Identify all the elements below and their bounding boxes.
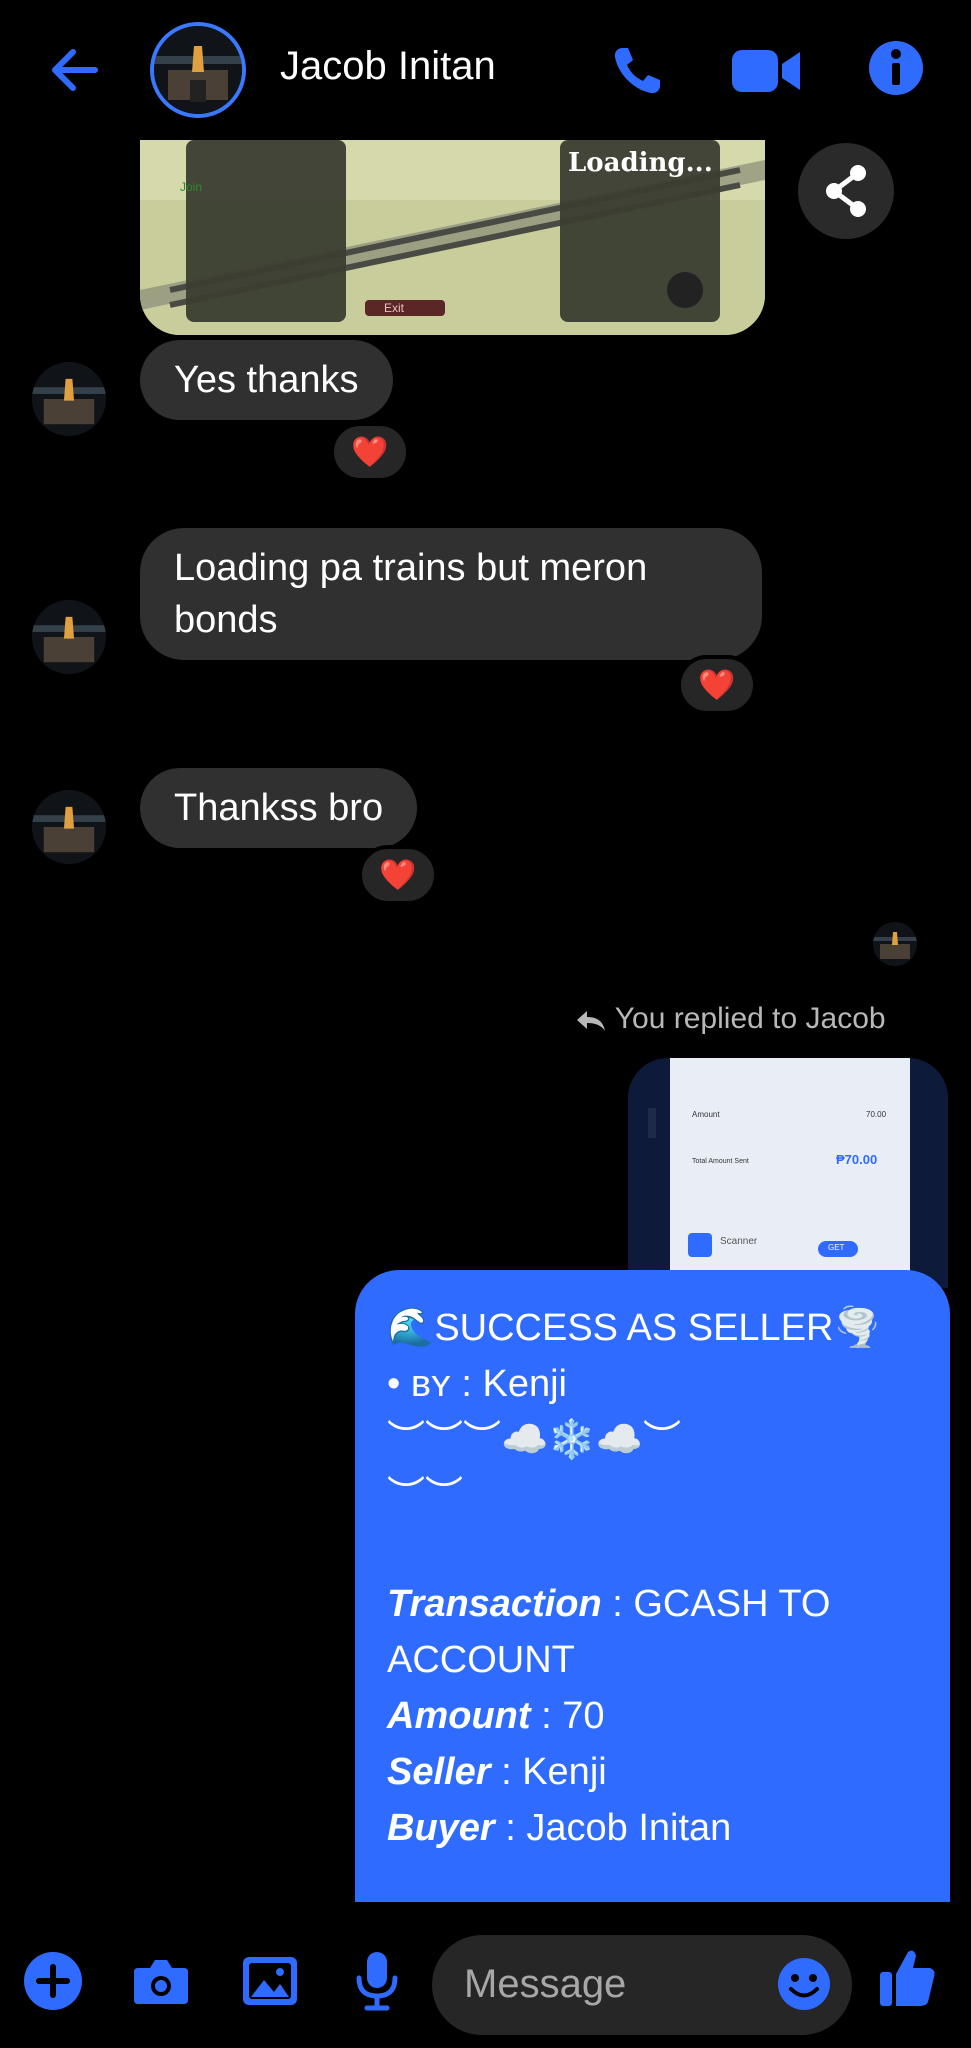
message-bubble[interactable]: Yes thanks bbox=[140, 340, 393, 420]
buyer-label: Buyer bbox=[387, 1807, 495, 1849]
sent-line-decoration: ︶︶︶☁️❄️☁️︶ bbox=[387, 1419, 681, 1461]
amount-value: : 70 bbox=[530, 1695, 605, 1737]
sender-avatar[interactable] bbox=[32, 790, 106, 864]
avatar-image-icon bbox=[873, 922, 917, 966]
avatar-image-icon bbox=[154, 26, 242, 114]
plus-icon[interactable] bbox=[22, 1950, 84, 2012]
by-prefix: • ʙʏ : bbox=[387, 1363, 483, 1405]
transaction-row: Transaction : GCASH TO ACCOUNT bbox=[387, 1576, 918, 1688]
amount-value: 70.00 bbox=[866, 1110, 887, 1119]
back-arrow-icon[interactable] bbox=[45, 40, 105, 100]
sent-line-decoration: ︶︶ bbox=[387, 1475, 464, 1517]
contact-avatar[interactable] bbox=[150, 22, 246, 118]
total-label: Total Amount Sent bbox=[692, 1158, 749, 1165]
share-icon bbox=[826, 165, 866, 217]
message-bubble[interactable]: Loading pa trains but meron bonds bbox=[140, 528, 762, 660]
sent-message-bubble[interactable]: 🌊SUCCESS AS SELLER🌪️ • ʙʏ : Kenji ︶︶︶☁️❄… bbox=[355, 1270, 950, 1902]
gallery-icon[interactable] bbox=[240, 1952, 300, 2010]
app-label: Scanner bbox=[720, 1236, 758, 1247]
sent-line-title: 🌊SUCCESS AS SELLER🌪️ bbox=[387, 1307, 881, 1349]
heart-reaction[interactable]: ❤️ bbox=[677, 655, 757, 715]
loading-label: Loading... bbox=[568, 148, 713, 178]
reply-arrow-icon bbox=[577, 1011, 605, 1032]
sender-avatar[interactable] bbox=[32, 362, 106, 436]
video-call-icon[interactable] bbox=[730, 44, 802, 98]
avatar-image-icon bbox=[32, 790, 106, 864]
get-label: GET bbox=[828, 1243, 845, 1252]
amount-label: Amount bbox=[387, 1695, 531, 1737]
thumbs-up-icon[interactable] bbox=[876, 1944, 938, 2010]
avatar-image-icon bbox=[32, 600, 106, 674]
amount-label: Amount bbox=[692, 1110, 720, 1119]
heart-reaction[interactable]: ❤️ bbox=[330, 422, 410, 482]
phone-call-icon[interactable] bbox=[608, 40, 668, 100]
contact-name[interactable]: Jacob Initan bbox=[280, 44, 496, 89]
read-receipt-avatar bbox=[873, 922, 917, 966]
buyer-row: Buyer : Jacob Initan bbox=[387, 1800, 918, 1856]
sender-avatar[interactable] bbox=[32, 600, 106, 674]
microphone-icon[interactable] bbox=[352, 1948, 402, 2014]
join-label: Join bbox=[180, 180, 203, 194]
camera-icon[interactable] bbox=[130, 1950, 192, 2012]
avatar-image-icon bbox=[32, 362, 106, 436]
amount-row: Amount : 70 bbox=[387, 1688, 918, 1744]
heart-reaction[interactable]: ❤️ bbox=[358, 845, 438, 905]
image-attachment[interactable]: Loading... Join Exit bbox=[140, 140, 765, 335]
by-name: Kenji bbox=[482, 1363, 567, 1405]
total-value: ₱70.00 bbox=[836, 1152, 878, 1167]
share-button[interactable] bbox=[798, 143, 894, 239]
reply-context: You replied to Jacob bbox=[575, 1002, 886, 1036]
seller-label: Seller bbox=[387, 1751, 491, 1793]
seller-value: : Kenji bbox=[490, 1751, 607, 1793]
exit-label: Exit bbox=[384, 301, 405, 315]
message-placeholder: Message bbox=[464, 1962, 627, 2006]
buyer-value: : Jacob Initan bbox=[494, 1807, 732, 1849]
info-icon[interactable] bbox=[866, 38, 926, 98]
emoji-icon[interactable] bbox=[776, 1956, 832, 2012]
message-bubble[interactable]: Thankss bro bbox=[140, 768, 418, 848]
transaction-label: Transaction bbox=[387, 1583, 602, 1625]
gcash-receipt-image bbox=[628, 1058, 948, 1288]
reply-note-text: You replied to Jacob bbox=[614, 1002, 886, 1035]
sent-line-by: • ʙʏ : Kenji bbox=[387, 1356, 918, 1412]
replied-image-preview[interactable]: Amount 70.00 Total Amount Sent ₱70.00 Sc… bbox=[628, 1058, 948, 1288]
seller-row: Seller : Kenji bbox=[387, 1744, 918, 1800]
